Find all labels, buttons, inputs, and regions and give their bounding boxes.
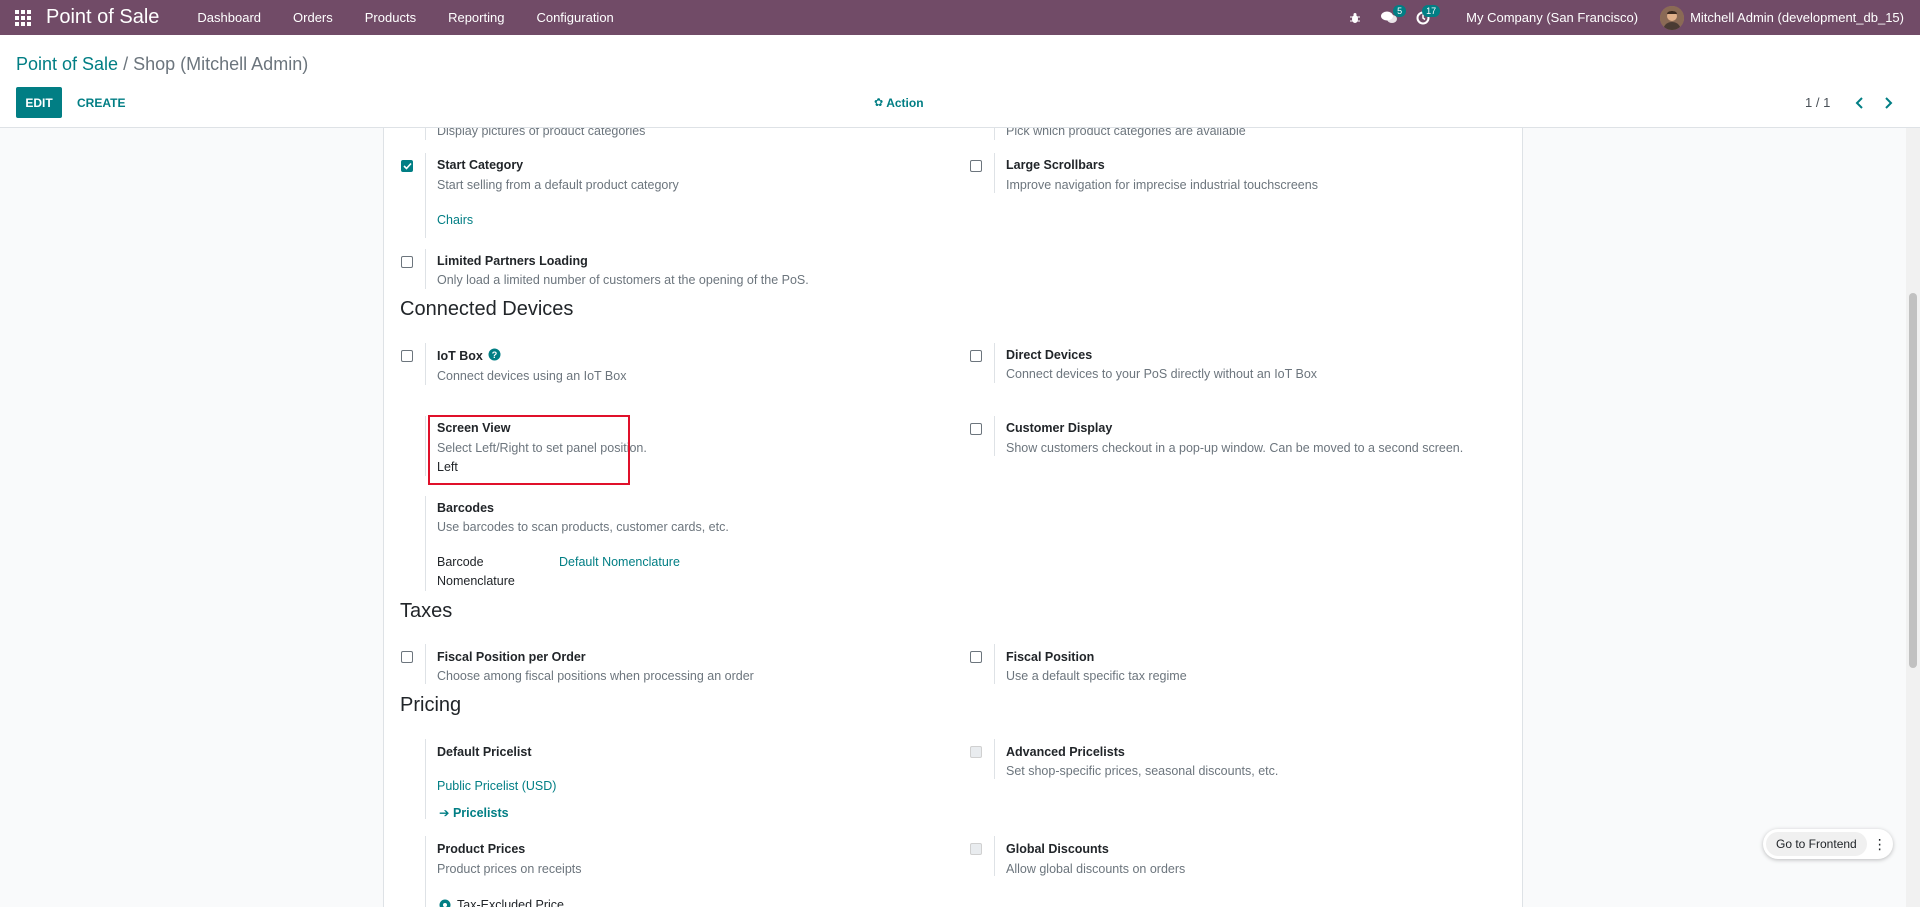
iot-box-checkbox[interactable] [401,350,413,362]
action-label: Action [886,95,924,110]
fiscal-position-checkbox[interactable] [970,651,982,663]
start-category-label: Start Category [437,158,524,172]
chevron-left-icon[interactable] [1855,87,1865,118]
large-scrollbars-desc: Improve navigation for imprecise industr… [1006,178,1318,192]
barcodes-label: Barcodes [437,501,494,515]
advanced-pricelists-checkbox[interactable] [970,746,982,758]
direct-devices-checkbox[interactable] [970,350,982,362]
menu-configuration[interactable]: Configuration [520,0,629,35]
direct-devices-label: Direct Devices [1006,348,1093,362]
user-menu[interactable]: Mitchell Admin (development_db_15) [1660,5,1920,30]
start-category-value[interactable]: Chairs [437,213,473,227]
user-avatar [1660,5,1685,30]
large-scrollbars-checkbox[interactable] [970,160,982,172]
section-connected-devices: Connected Devices [400,298,574,320]
pricelists-link-label: Pricelists [452,806,509,820]
large-scrollbars-label: Large Scrollbars [1006,158,1105,172]
barcodes-desc: Use barcodes to scan products, customer … [437,520,729,534]
default-pricelist-value[interactable]: Public Pricelist (USD) [437,779,556,793]
help-question-icon[interactable]: ? [488,348,501,364]
limited-partners-label: Limited Partners Loading [437,254,588,268]
fiscal-per-order-desc: Choose among fiscal positions when proce… [437,669,754,683]
kebab-menu-icon[interactable]: ⋮ [1867,836,1893,853]
pager-value[interactable]: 1 / 1 [1805,87,1830,118]
customer-display-checkbox[interactable] [970,423,982,435]
chevron-right-icon[interactable] [1883,87,1893,118]
top-navbar: Point of Sale Dashboard Orders Products … [0,0,1920,35]
partial-desc-left: Display pictures of product categories [437,128,646,138]
app-brand[interactable]: Point of Sale [46,6,159,29]
partial-desc-right: Pick which product categories are availa… [1006,128,1246,138]
direct-devices-desc: Connect devices to your PoS directly wit… [1006,367,1318,381]
fiscal-position-desc: Use a default specific tax regime [1006,669,1187,683]
barcode-nomenclature-value[interactable]: Default Nomenclature [559,555,680,569]
default-pricelist-label: Default Pricelist [437,745,532,759]
barcode-nomenclature-label-1: Barcode [437,555,484,569]
breadcrumb: Point of Sale / Shop (Mitchell Admin) [16,54,308,75]
messages-icon[interactable]: 5 [1372,0,1407,35]
breadcrumb-parent[interactable]: Point of Sale [16,54,118,74]
fiscal-per-order-label: Fiscal Position per Order [437,650,586,664]
limited-partners-checkbox[interactable] [401,256,413,268]
arrow-right-icon: ➔ [439,806,450,820]
barcode-nomenclature-label-2: Nomenclature [437,574,515,588]
global-discounts-checkbox[interactable] [970,843,982,855]
menu-orders[interactable]: Orders [277,0,349,35]
menu-products[interactable]: Products [349,0,432,35]
control-panel: Point of Sale / Shop (Mitchell Admin) ED… [0,35,1920,128]
form-sheet: Display pictures of product categories P… [383,128,1523,907]
company-switcher[interactable]: My Company (San Francisco) [1440,10,1660,25]
customer-display-desc: Show customers checkout in a pop-up wind… [1006,441,1464,455]
form-content: Display pictures of product categories P… [0,128,1920,907]
global-discounts-desc: Allow global discounts on orders [1006,862,1186,876]
tax-excluded-radio[interactable]: Tax-Excluded Price [439,898,564,907]
page-scrollbar[interactable] [1906,128,1920,907]
scrollbar-thumb[interactable] [1909,293,1917,668]
action-menu[interactable]: ✿ Action [874,87,924,118]
advanced-pricelists-desc: Set shop-specific prices, seasonal disco… [1006,764,1279,778]
tax-excluded-label: Tax-Excluded Price [457,898,564,907]
iot-box-desc: Connect devices using an IoT Box [437,369,627,383]
apps-menu-icon[interactable] [0,0,46,35]
product-prices-label: Product Prices [437,842,526,856]
radio-selected-icon [439,899,451,907]
global-discounts-label: Global Discounts [1006,842,1109,856]
advanced-pricelists-label: Advanced Pricelists [1006,745,1125,759]
gear-icon: ✿ [874,97,884,109]
fiscal-position-label: Fiscal Position [1006,650,1095,664]
edit-button[interactable]: EDIT [16,87,62,118]
debug-bug-icon[interactable] [1338,0,1372,35]
activities-clock-icon[interactable]: 17 [1406,0,1441,35]
user-name: Mitchell Admin (development_db_15) [1690,10,1904,25]
go-to-frontend-button[interactable]: Go to Frontend [1766,832,1867,856]
start-category-checkbox[interactable] [401,160,413,172]
breadcrumb-current: Shop (Mitchell Admin) [133,54,309,74]
limited-partners-desc: Only load a limited number of customers … [437,273,809,287]
section-taxes: Taxes [400,600,453,622]
menu-dashboard[interactable]: Dashboard [181,0,277,35]
product-prices-desc: Product prices on receipts [437,862,582,876]
breadcrumb-separator: / [123,54,129,74]
messages-badge: 5 [1393,5,1407,17]
highlight-box [428,415,630,485]
frontend-widget: Go to Frontend ⋮ [1763,829,1893,859]
customer-display-label: Customer Display [1006,421,1113,435]
section-pricing: Pricing [400,694,462,716]
menu-reporting[interactable]: Reporting [432,0,520,35]
start-category-desc: Start selling from a default product cat… [437,178,679,192]
iot-box-label: IoT Box [437,349,483,363]
svg-text:?: ? [492,350,498,360]
fiscal-per-order-checkbox[interactable] [401,651,413,663]
create-button[interactable]: CREATE [77,87,125,118]
pricelists-link[interactable]: ➔ Pricelists [439,805,509,820]
activities-badge: 17 [1422,5,1441,17]
